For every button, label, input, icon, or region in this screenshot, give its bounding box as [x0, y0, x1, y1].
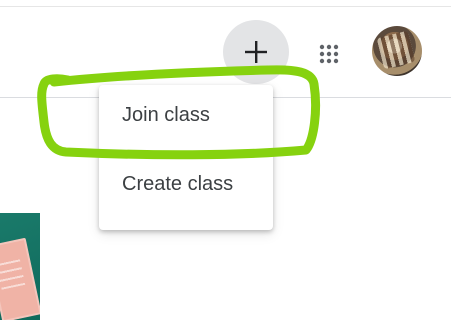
- menu-item-create-class[interactable]: Create class: [99, 156, 273, 212]
- course-card-thumbnail[interactable]: [0, 213, 40, 320]
- add-class-menu: Join class Create class: [99, 85, 273, 230]
- apps-grid-icon: [319, 44, 339, 64]
- card-illustration: [0, 237, 40, 320]
- plus-icon: [245, 41, 267, 63]
- top-divider: [0, 6, 451, 7]
- add-class-button[interactable]: [223, 20, 289, 84]
- google-apps-button[interactable]: [313, 38, 345, 70]
- account-avatar[interactable]: [372, 26, 422, 76]
- menu-item-join-class[interactable]: Join class: [99, 87, 273, 143]
